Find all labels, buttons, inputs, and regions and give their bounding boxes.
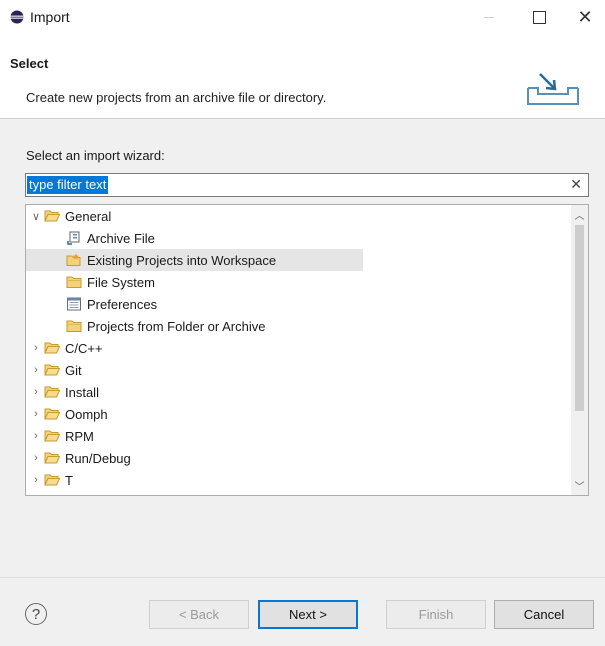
chevron-down-icon[interactable]: ∨ <box>30 210 42 223</box>
import-dialog: Import ✕ Select Create new projects from… <box>0 0 605 646</box>
archive-icon <box>67 231 80 245</box>
preferences-icon <box>67 297 81 311</box>
footer-divider <box>0 577 605 578</box>
tree-item-label: Preferences <box>87 296 158 312</box>
folder-open-icon <box>44 342 60 354</box>
project-folder-icon <box>66 253 81 266</box>
tree-item-general[interactable]: ∨ General <box>26 205 575 227</box>
tree-item-label: File System <box>87 274 155 290</box>
tree-item-install[interactable]: › Install <box>26 381 575 403</box>
scroll-down-icon[interactable]: ﹀ <box>571 478 588 493</box>
tree-item-run-debug[interactable]: › Run/Debug <box>26 447 575 469</box>
tree-item-label: Oomph <box>65 406 108 422</box>
maximize-icon <box>532 10 546 24</box>
eclipse-icon <box>10 10 24 24</box>
tree-item-label: General <box>65 208 112 224</box>
chevron-right-icon[interactable]: › <box>30 342 42 354</box>
folder-icon <box>66 276 82 288</box>
title-bar: Import ✕ <box>0 0 605 44</box>
chevron-right-icon[interactable]: › <box>30 474 42 486</box>
folder-icon <box>66 320 82 332</box>
folder-open-icon <box>44 408 60 420</box>
folder-open-icon <box>44 474 60 486</box>
help-button[interactable]: ? <box>25 603 47 625</box>
tree-item-label: C/C++ <box>65 340 103 356</box>
folder-open-icon <box>44 452 60 464</box>
chevron-right-icon[interactable]: › <box>30 364 42 376</box>
chevron-right-icon[interactable]: › <box>30 408 42 420</box>
finish-button[interactable]: Finish <box>386 600 486 629</box>
tree-item-projects-from-folder[interactable]: Projects from Folder or Archive <box>26 315 588 337</box>
maximize-button[interactable] <box>516 0 562 34</box>
tree-item-label: Projects from Folder or Archive <box>87 318 266 334</box>
tree-item-partial[interactable]: › T <box>26 469 575 491</box>
chevron-right-icon[interactable]: › <box>30 430 42 442</box>
filter-field[interactable]: type filter text ✕ <box>25 173 589 197</box>
window-title: Import <box>30 9 70 25</box>
scroll-thumb[interactable] <box>575 225 584 411</box>
folder-open-icon <box>44 364 60 376</box>
close-button[interactable]: ✕ <box>562 0 605 34</box>
tree-item-existing-projects[interactable]: Existing Projects into Workspace <box>26 249 363 271</box>
next-button[interactable]: Next > <box>258 600 358 629</box>
folder-open-icon <box>44 210 60 222</box>
tree-item-rpm[interactable]: › RPM <box>26 425 575 447</box>
chevron-right-icon[interactable]: › <box>30 386 42 398</box>
filter-input[interactable] <box>26 174 566 196</box>
tree-item-preferences[interactable]: Preferences <box>26 293 588 315</box>
wizard-tree[interactable]: ∨ General Archive File Existing Projects… <box>25 204 589 496</box>
help-icon: ? <box>31 605 41 623</box>
import-banner-icon <box>527 73 579 105</box>
tree-item-label: Existing Projects into Workspace <box>87 252 277 268</box>
minimize-icon <box>484 16 494 18</box>
tree-item-label: RPM <box>65 428 94 444</box>
tree-item-file-system[interactable]: File System <box>26 271 588 293</box>
tree-item-label: Run/Debug <box>65 450 131 466</box>
cancel-button[interactable]: Cancel <box>494 600 594 629</box>
minimize-button[interactable] <box>466 0 512 34</box>
tree-item-git[interactable]: › Git <box>26 359 575 381</box>
close-icon: ✕ <box>577 7 593 27</box>
tree-item-label: Git <box>65 362 82 378</box>
folder-open-icon <box>44 430 60 442</box>
tree-item-oomph[interactable]: › Oomph <box>26 403 575 425</box>
tree-item-label: T <box>65 472 73 488</box>
tree-scrollbar[interactable]: ︿ ﹀ <box>571 205 588 495</box>
page-title: Select <box>10 56 49 71</box>
back-button[interactable]: < Back <box>149 600 249 629</box>
wizard-header: Select Create new projects from an archi… <box>0 44 605 119</box>
scroll-up-icon[interactable]: ︿ <box>571 207 588 222</box>
folder-open-icon <box>44 386 60 398</box>
tree-item-label: Archive File <box>87 230 155 246</box>
page-description: Create new projects from an archive file… <box>26 90 327 105</box>
tree-item-label: Install <box>65 384 99 400</box>
tree-item-cpp[interactable]: › C/C++ <box>26 337 575 359</box>
clear-filter-icon[interactable]: ✕ <box>570 176 582 193</box>
wizard-selector-label: Select an import wizard: <box>26 148 165 163</box>
tree-item-archive-file[interactable]: Archive File <box>26 227 588 249</box>
chevron-right-icon[interactable]: › <box>30 452 42 464</box>
